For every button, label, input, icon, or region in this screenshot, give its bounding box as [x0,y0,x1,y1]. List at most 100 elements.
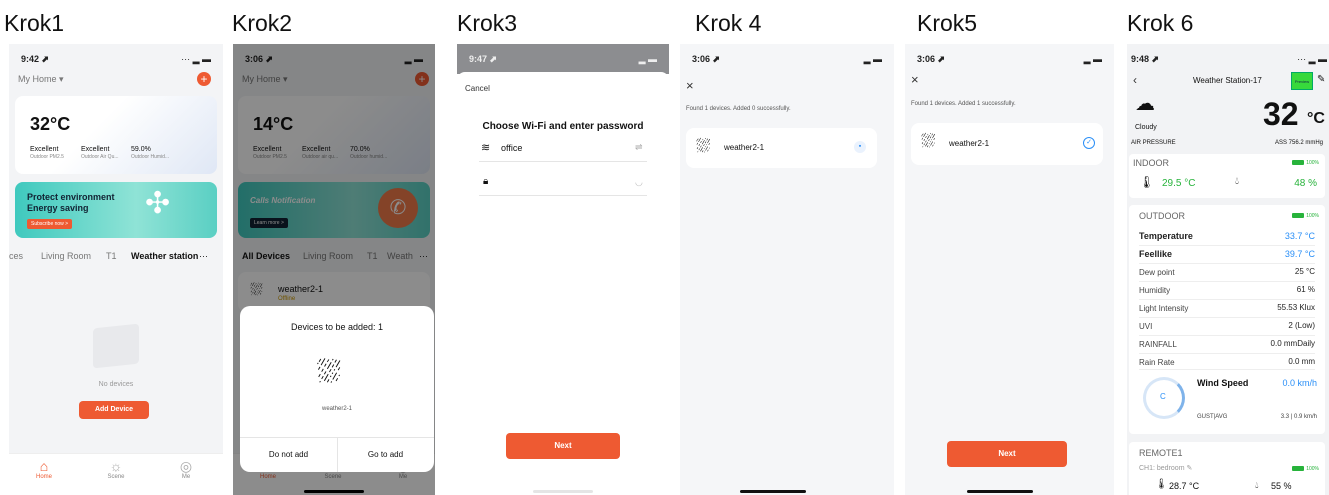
battery-icon [1292,213,1305,219]
me-icon: ◎ [179,458,193,474]
room-tab-active[interactable]: Weather station [131,251,198,261]
thermometer-icon: 🌡︎ [1139,175,1155,189]
status-icons: ··· ▂ ▬ [181,54,211,64]
remote-channel[interactable]: CH1: bedroom ✎ [1139,464,1192,472]
device-name: weather2-1 [724,143,765,152]
current-temp: 32 [1263,96,1299,132]
status-time: 3:06 ⬈ [917,54,946,64]
reading-value: 39.7 °C [1284,249,1315,259]
add-devices-dialog: Devices to be added: 1 ⛆ weather2-1 Do n… [240,306,434,472]
divider [1139,281,1315,282]
subscribe-button[interactable]: Subscribe now > [27,219,73,229]
weather-card[interactable]: 32°C Excellent Outdoor PM2.5 Excellent O… [15,96,217,174]
battery-icon [1292,466,1305,472]
thermometer-icon: 🌡︎ [1155,479,1168,490]
lock-icon: 🔒︎ [483,176,489,187]
phone-screen-step6: 9:48 ⬈ ··· ▂ ▬ ‹ Weather Station-17 Prev… [1127,44,1329,495]
phone-screen-step2: 3:06 ⬈ ▂ ▬ My Home ▾ + 14°C Excellent Ou… [233,44,435,495]
step-caption: Krok3 [457,10,518,36]
step-caption: Krok 6 [1127,10,1194,36]
indoor-title: INDOOR [1133,158,1169,168]
preview-badge[interactable]: Preview [1291,72,1313,90]
step-caption: Krok 4 [695,10,762,36]
stat-label: Outdoor PM2.5 [30,154,64,160]
back-icon[interactable]: ‹ [1133,73,1137,87]
close-icon[interactable]: × [911,72,919,87]
reading-row: Dew point 25 °C [1139,267,1315,277]
empty-box-icon [93,323,139,369]
reading-row: Humidity 61 % [1139,285,1315,295]
cancel-button[interactable]: Cancel [465,84,490,93]
tab-me[interactable]: ◎Me [166,458,206,480]
device-card[interactable]: ⛆ weather2-1 ✓ [911,123,1103,165]
status-icons: ··· ▂ ▬ [1297,54,1327,64]
stat-label: Outdoor Air Qu... [81,154,119,160]
add-icon[interactable]: + [197,72,211,86]
reading-label: Feellike [1139,249,1173,259]
step-caption: Krok5 [917,10,978,36]
divider [1139,245,1315,246]
go-to-add-button[interactable]: Go to add [337,437,434,472]
device-name: weather2-1 [949,139,990,148]
reading-row: Temperature 33.7 °C [1139,231,1315,241]
reading-row: UVI 2 (Low) [1139,321,1315,331]
dialog-device-name: weather2-1 [321,406,353,412]
wifi-ssid-field[interactable]: office [501,143,522,153]
found-status: Found 1 devices. Added 0 successfully. [686,106,791,112]
stat-value: 59.0% [131,146,151,153]
do-not-add-button[interactable]: Do not add [240,437,337,472]
remote-title: REMOTE1 [1139,448,1183,458]
wind-direction: C [1160,392,1166,401]
divider [479,161,647,162]
battery-indicator: 100% [1292,213,1319,219]
device-card[interactable]: ⛆ weather2-1 ▪ [686,128,877,168]
sheet-title: Choose Wi-Fi and enter password [482,121,644,132]
reading-value: 55.53 Klux [1277,303,1315,312]
remote-card: REMOTE1 CH1: bedroom ✎ 100% 🌡︎ 28.7 °C 💧… [1129,442,1325,495]
remote-humidity: 55 % [1271,481,1292,491]
reading-value: 0.0 mm [1288,357,1315,366]
windmill-icon: ✣ [145,187,171,220]
stat-value: Excellent [30,146,59,153]
reading-label: Light Intensity [1139,304,1189,313]
tab-home[interactable]: ⌂Home [24,458,64,480]
edit-icon[interactable]: ✎ [1317,74,1325,85]
tab-scene[interactable]: ☼Scene [96,458,136,480]
dialog-title: Devices to be added: 1 [290,322,384,332]
temp-unit: °C [1307,110,1325,127]
weather-station-icon: ⛆ [317,356,341,389]
check-icon: ✓ [1083,137,1095,149]
eye-icon[interactable]: ◡ [635,177,643,188]
reading-row: Feellike 39.7 °C [1139,249,1315,259]
more-icon[interactable]: ··· [199,251,208,261]
divider [1139,317,1315,318]
room-tab[interactable]: Living Room [41,251,91,261]
phone-screen-step1: 9:42 ⬈ ··· ▂ ▬ My Home ▾ + 32°C Excellen… [9,44,223,495]
weather-station-icon: ⛆ [921,131,936,151]
add-device-button[interactable]: Add Device [79,401,149,419]
battery-indicator: 100% [1292,160,1319,166]
banner-title: Protect environment [27,192,115,202]
room-tab[interactable]: ces [9,251,23,261]
phone-screen-step5: 3:06 ⬈ ▂ ▬ × Found 1 devices. Added 1 su… [905,44,1114,495]
reading-label: Humidity [1139,286,1171,295]
next-button[interactable]: Next [947,441,1067,467]
status-time: 9:42 ⬈ [21,54,50,64]
humidity-icon: 💧︎ [1255,480,1259,490]
close-icon[interactable]: × [686,78,694,93]
switch-wifi-icon[interactable]: ⇌ [635,142,643,153]
promo-banner[interactable]: Protect environment Energy saving Subscr… [15,182,217,238]
pressure-value: ASS 756.2 mmHg [1274,140,1323,146]
reading-label: RAINFALL [1139,340,1177,349]
device-title: Weather Station-17 [1193,76,1262,85]
wifi-sheet [457,72,669,495]
divider [1139,299,1315,300]
battery-icon [1292,160,1305,166]
next-button[interactable]: Next [506,433,620,459]
home-selector[interactable]: My Home ▾ [18,74,64,85]
phone-screen-step4: 3:06 ⬈ ▂ ▬ × Found 1 devices. Added 0 su… [680,44,894,495]
stat-value: Excellent [81,146,110,153]
bottom-tab-bar: ⌂Home ☼Scene ◎Me [9,453,223,495]
room-tab[interactable]: T1 [106,251,117,261]
status-time: 3:06 ⬈ [692,54,721,64]
